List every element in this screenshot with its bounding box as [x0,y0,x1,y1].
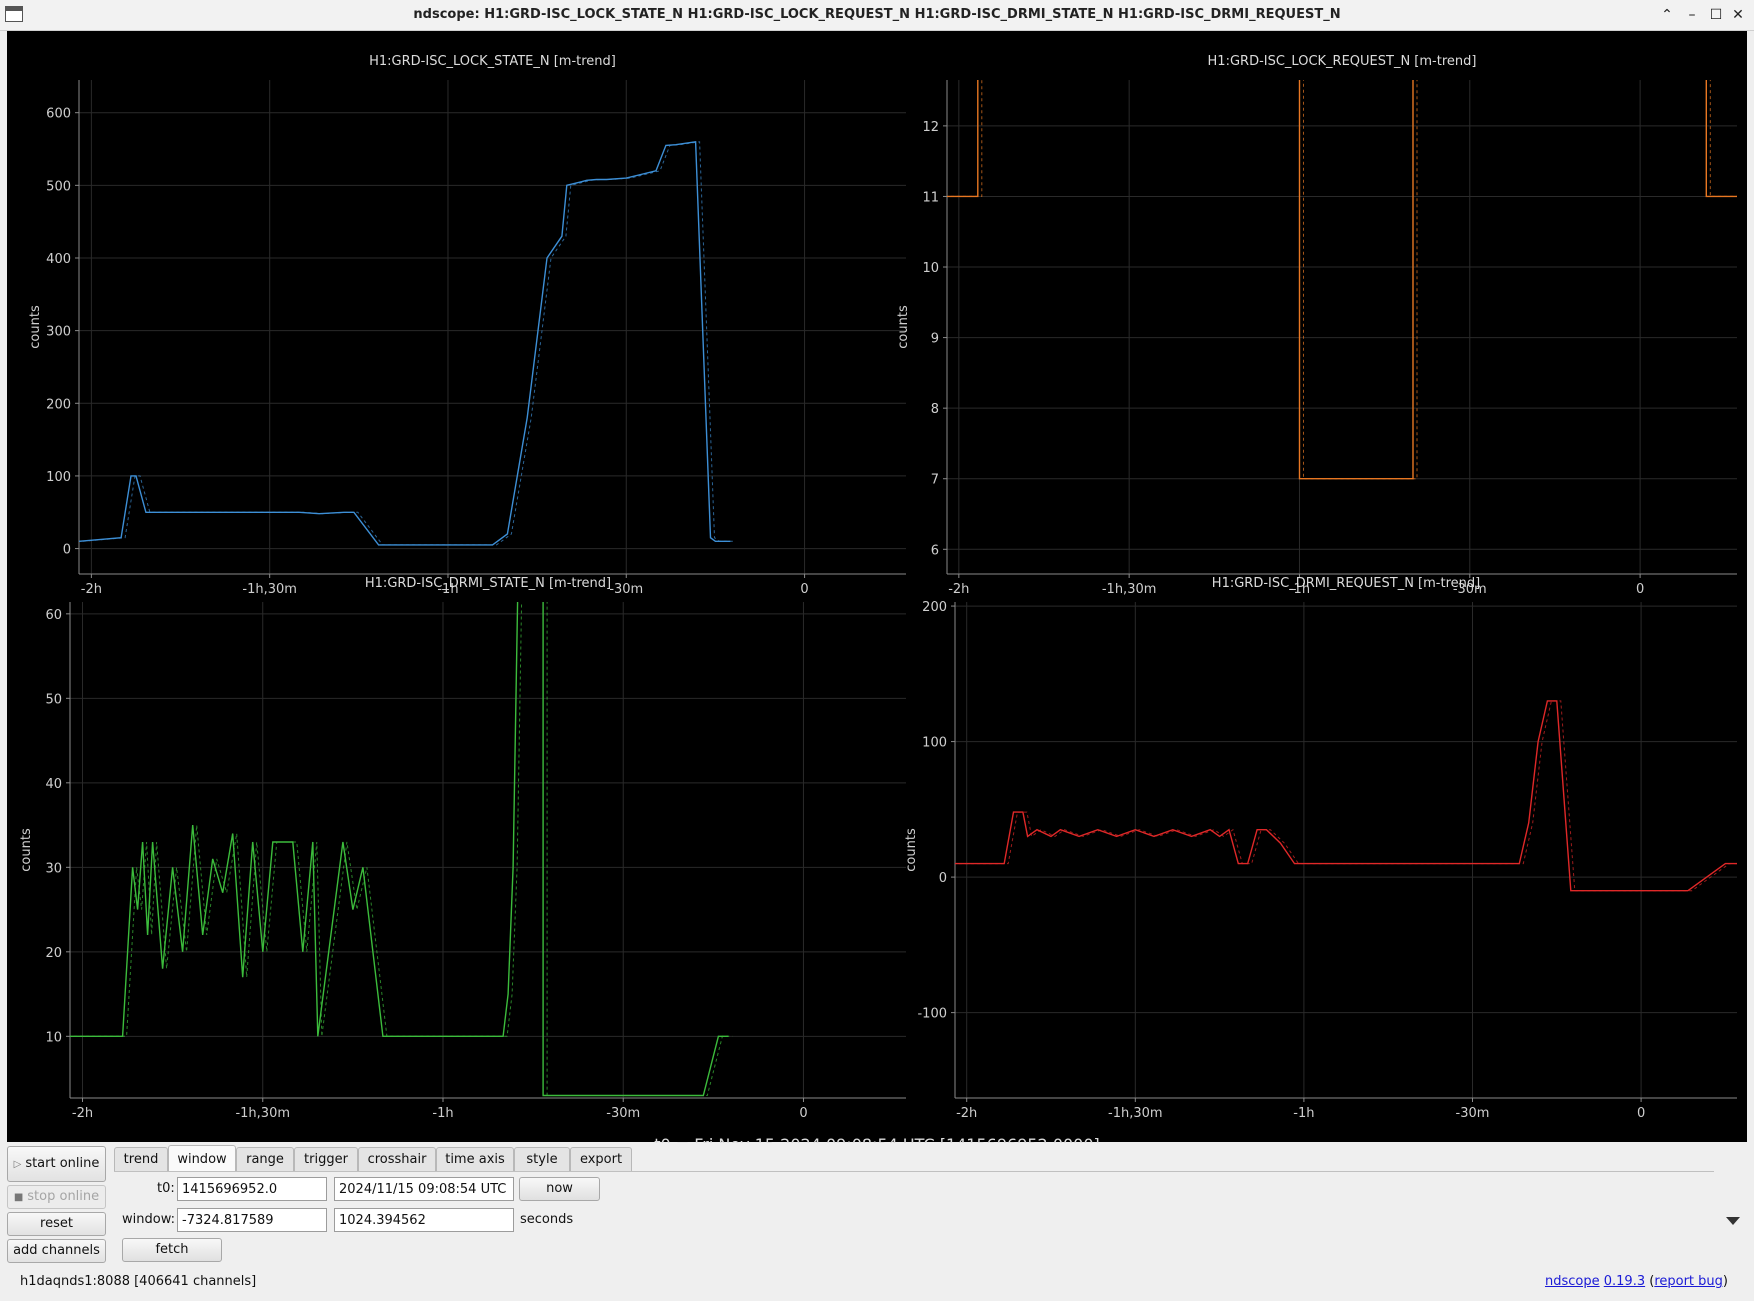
lock-request-plot-title: H1:GRD-ISC_LOCK_REQUEST_N [m-trend] [1208,54,1477,69]
drmi-request-plot-title: H1:GRD-ISC_DRMI_REQUEST_N [m-trend] [1212,576,1480,591]
tab-trend[interactable]: trend [114,1147,168,1171]
drmi-state-trend-envelope [74,602,733,1096]
y-tick-label: 50 [45,692,62,707]
y-tick-label: 200 [922,600,947,615]
x-tick-label: 0 [1637,1106,1645,1121]
fetch-button[interactable]: fetch [122,1238,222,1262]
tab-window[interactable]: window [168,1145,236,1171]
lock-state-trend-envelope [82,141,735,546]
lock-request-plot[interactable]: -2h -1h,30m -1h -30m 06789101112H1:GRD-ISC_L… [896,54,1741,597]
drmi-state-plot-title: H1:GRD-ISC_DRMI_STATE_N [m-trend] [365,576,611,591]
x-tick-label: -1h,30m [235,1106,290,1121]
lock-state-y-axis-label: counts [28,305,43,349]
x-tick-label: 0 [800,582,808,597]
t0-gps-input[interactable] [177,1177,327,1201]
lock-request-y-axis-label: counts [896,305,911,349]
start-online-button[interactable]: ▷ start online [7,1146,106,1182]
now-button[interactable]: now [519,1177,600,1201]
x-tick-label: -2h [956,1106,977,1121]
reset-button[interactable]: reset [7,1212,106,1236]
y-tick-label: 0 [63,543,71,558]
y-tick-label: 100 [922,736,947,751]
drmi-state-plot[interactable]: -2h -1h,30m -1h -30m 0 10 20 30 40 50 60 H1:GRD-ISC… [19,572,906,1121]
window-field-label: window: [122,1212,175,1227]
x-tick-label: 0 [1636,582,1644,597]
x-tick-label: -2h [72,1106,93,1121]
shade-window-icon[interactable]: ⌃ [1656,4,1678,26]
y-tick-label: 9 [931,332,939,347]
tab-bar-underline [114,1171,1714,1172]
drmi-request-y-axis-label: counts [904,828,919,872]
plots-canvas[interactable]: -2h -1h,30m -1h -30m 00100200300400500600H1:… [7,31,1747,1142]
close-icon[interactable]: ✕ [1727,4,1749,26]
drmi-request-series-line [955,700,1737,892]
drmi-state-y-axis-label: counts [19,828,34,872]
window-end-input[interactable] [334,1208,514,1232]
tab-time-axis[interactable]: time axis [436,1147,514,1171]
ndscope-link[interactable]: ndscope [1545,1274,1600,1289]
x-tick-label: -30m [606,1106,640,1121]
report-bug-link[interactable]: report bug [1654,1274,1723,1289]
x-tick-label: -2h [81,582,102,597]
scope-plot-area[interactable]: -2h -1h,30m -1h -30m 0 0 100 200 300 400 500 600 H1:… [7,31,1747,1154]
t0-utc-input[interactable] [334,1177,514,1201]
y-tick-label: 12 [922,120,939,135]
y-tick-label: -100 [917,1007,947,1022]
window-units-label: seconds [520,1212,574,1227]
lock-state-plot-title: H1:GRD-ISC_LOCK_STATE_N [m-trend] [369,54,616,69]
x-tick-label: -30m [609,582,643,597]
y-tick-label: 500 [46,179,71,194]
y-tick-label: 11 [922,190,939,205]
stop-online-label: stop online [27,1189,100,1204]
drmi-state-series-line [70,602,729,1097]
y-tick-label: 60 [45,608,62,623]
y-tick-label: 40 [45,777,62,792]
start-online-label: start online [25,1156,100,1171]
nds-server-status: h1daqnds1:8088 [406641 channels] [20,1274,257,1289]
version-link[interactable]: 0.19.3 [1604,1274,1645,1289]
y-tick-label: 0 [939,871,947,886]
add-channels-button[interactable]: add channels [7,1239,106,1263]
x-tick-label: 0 [799,1106,807,1121]
tab-style[interactable]: style [514,1147,570,1171]
drmi-request-trend-envelope [959,700,1737,892]
stop-icon: ■ [13,1192,24,1203]
x-tick-label: -2h [948,582,969,597]
version-info: ndscope 0.19.3 (report bug) [1544,1274,1728,1289]
y-tick-label: 400 [46,252,71,267]
x-tick-label: -1h,30m [1102,582,1157,597]
window-title: ndscope: H1:GRD-ISC_LOCK_STATE_N H1:GRD-… [413,7,1341,22]
x-tick-label: -1h [432,1106,453,1121]
tab-export[interactable]: export [570,1147,632,1171]
y-tick-label: 30 [45,861,62,876]
tab-crosshair[interactable]: crosshair [358,1147,436,1171]
window-start-input[interactable] [177,1208,327,1232]
t0-field-label: t0: [157,1181,175,1196]
y-tick-label: 300 [46,325,71,340]
lock-state-plot[interactable]: -2h -1h,30m -1h -30m 00100200300400500600H1:… [28,54,906,597]
play-icon: ▷ [13,1159,22,1170]
y-tick-label: 200 [46,397,71,412]
x-tick-label: -30m [1456,1106,1490,1121]
tab-trigger[interactable]: trigger [294,1147,358,1171]
lock-state-series-line [79,140,731,546]
stop-online-button[interactable]: ■ stop online [7,1185,106,1209]
tab-range[interactable]: range [236,1147,294,1171]
x-tick-label: -1h [1293,1106,1314,1121]
y-tick-label: 6 [931,543,939,558]
y-tick-label: 8 [931,402,939,417]
y-tick-label: 10 [45,1030,62,1045]
drmi-request-plot[interactable]: -2h -1h,30m -1h -30m 0 -100 0 100 200 H1:GRD-ISC_… [904,576,1741,1121]
title-bar: ndscope: H1:GRD-ISC_LOCK_STATE_N H1:GRD-… [0,0,1754,31]
expand-panel-icon[interactable] [1726,1217,1740,1225]
maximize-icon[interactable]: ☐ [1705,4,1727,26]
y-tick-label: 600 [46,107,71,122]
y-tick-label: 7 [931,473,939,488]
x-tick-label: -1h,30m [1108,1106,1163,1121]
y-tick-label: 100 [46,470,71,485]
y-tick-label: 20 [45,946,62,961]
minimize-icon[interactable]: – [1681,4,1703,26]
y-tick-label: 10 [922,261,939,276]
x-tick-label: -1h,30m [242,582,297,597]
